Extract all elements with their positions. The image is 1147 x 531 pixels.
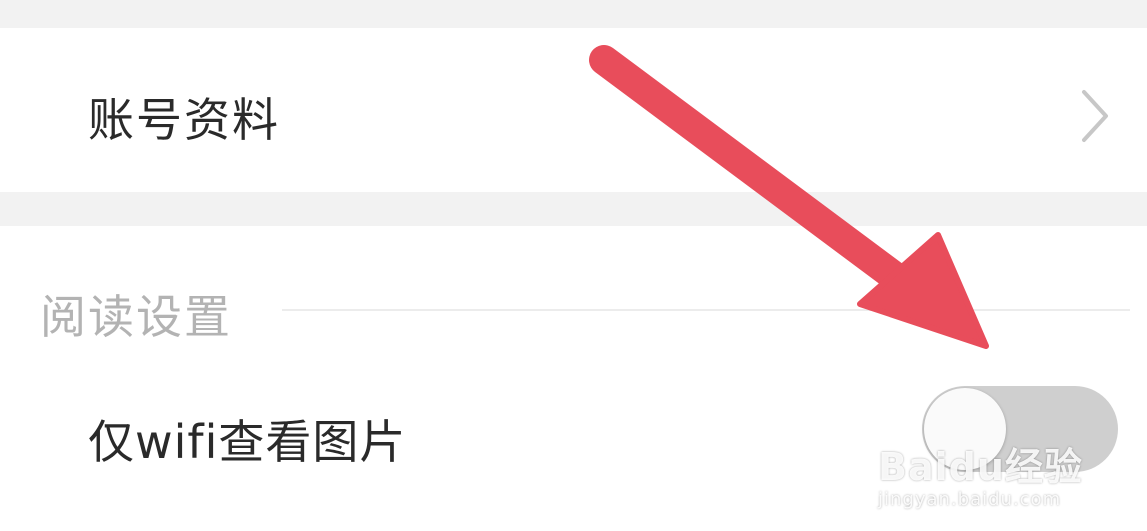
- reading-settings-section: 阅读设置 仅wifi查看图片: [0, 226, 1147, 531]
- section-divider: [282, 309, 1130, 311]
- account-profile-row[interactable]: 账号资料: [0, 28, 1147, 192]
- toggle-knob[interactable]: [924, 388, 1006, 470]
- section-gap: [0, 192, 1147, 226]
- wifi-only-images-label: 仅wifi查看图片: [88, 415, 407, 469]
- wifi-only-images-toggle[interactable]: [922, 386, 1118, 472]
- account-profile-label: 账号资料: [88, 93, 280, 147]
- wifi-only-images-row[interactable]: 仅wifi查看图片: [0, 376, 1147, 496]
- top-spacer: [0, 0, 1147, 28]
- chevron-right-icon: [1078, 88, 1112, 148]
- section-header-reading: 阅读设置: [40, 290, 232, 344]
